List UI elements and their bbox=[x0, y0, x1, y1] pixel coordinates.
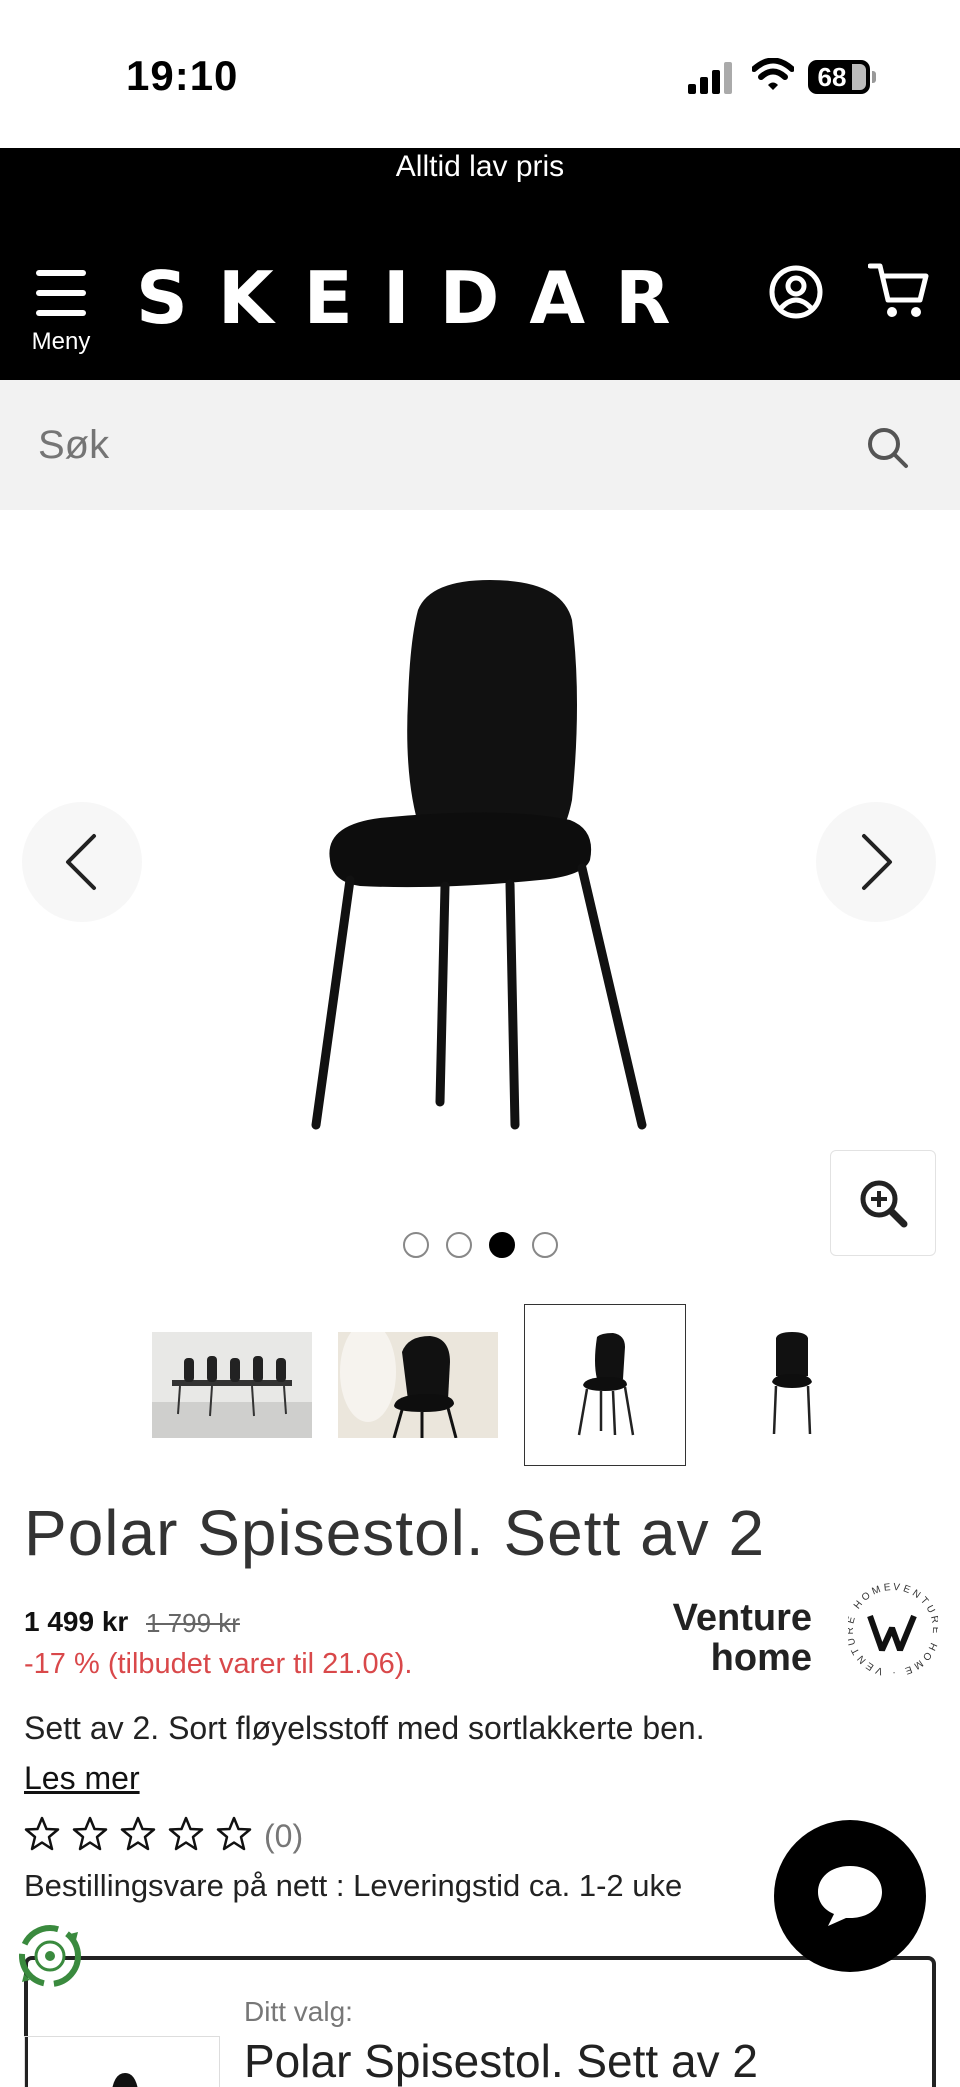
thumbnail-chair-closeup[interactable] bbox=[336, 1304, 498, 1466]
thumbnail-image bbox=[338, 1332, 498, 1438]
account-icon[interactable] bbox=[768, 264, 824, 320]
variant-thumbnail bbox=[112, 2073, 138, 2087]
signal-icon bbox=[688, 62, 732, 94]
status-bar: 19:10 68 bbox=[0, 0, 960, 148]
star-empty-icon bbox=[168, 1816, 204, 1851]
eco-recycle-icon[interactable] bbox=[16, 1922, 84, 1990]
thumbnail-image bbox=[152, 1332, 312, 1438]
promo-banner: Alltid lav pris bbox=[395, 150, 565, 183]
choice-label: Ditt valg: bbox=[244, 1996, 353, 2027]
product-description: Sett av 2. Sort fløyelsstoff med sortlak… bbox=[24, 1710, 705, 1746]
read-more-link[interactable]: Les mer bbox=[24, 1760, 140, 1797]
gallery-dot[interactable] bbox=[446, 1232, 472, 1258]
gallery-dot[interactable] bbox=[532, 1232, 558, 1258]
site-header: Alltid lav pris Meny SKEIDAR bbox=[0, 148, 960, 380]
menu-label: Meny bbox=[31, 328, 91, 355]
gallery-pagination bbox=[400, 1232, 570, 1260]
star-empty-icon bbox=[216, 1816, 252, 1851]
brand-name: Venture home bbox=[672, 1597, 812, 1679]
status-time: 19:10 bbox=[126, 52, 239, 99]
battery-icon: 68 bbox=[808, 60, 876, 94]
star-empty-icon bbox=[120, 1816, 156, 1851]
chat-button[interactable] bbox=[774, 1820, 926, 1972]
zoom-in-icon bbox=[860, 1180, 908, 1228]
thumbnail-image bbox=[577, 1333, 635, 1436]
product-gallery bbox=[0, 510, 960, 1310]
delivery-info: Bestillingsvare på nett : Leveringstid c… bbox=[24, 1868, 683, 1903]
product-image[interactable] bbox=[300, 580, 660, 1150]
product-title: Polar Spisestol. Sett av 2 bbox=[24, 1497, 766, 1569]
zoom-button[interactable] bbox=[830, 1150, 936, 1256]
choice-title: Polar Spisestol. Sett av 2 bbox=[244, 2035, 758, 2087]
prev-image-button[interactable] bbox=[22, 802, 142, 922]
current-price: 1 499 kr bbox=[24, 1606, 129, 1637]
chevron-right-icon bbox=[862, 834, 892, 890]
hamburger-icon bbox=[36, 270, 86, 316]
skeidar-logo[interactable]: SKEIDAR bbox=[136, 256, 701, 340]
wifi-icon bbox=[752, 58, 794, 90]
original-price: 1 799 kr bbox=[146, 1608, 240, 1638]
menu-button[interactable]: Meny bbox=[28, 270, 94, 360]
thumbnail-strip bbox=[0, 1304, 960, 1468]
star-empty-icon bbox=[24, 1816, 60, 1851]
gallery-dot-active[interactable] bbox=[489, 1232, 515, 1258]
brand-seal-icon: VENTURE HOME · VENTURE HOME · bbox=[848, 1572, 938, 1678]
chat-bubble-icon bbox=[818, 1866, 882, 1926]
thumbnail-chair-angle[interactable] bbox=[524, 1304, 686, 1466]
gallery-dot[interactable] bbox=[403, 1232, 429, 1258]
search-icon[interactable] bbox=[864, 424, 912, 472]
variant-image bbox=[24, 2036, 220, 2087]
search-bar bbox=[0, 380, 960, 510]
svg-text:VENTURE HOME · VENTURE HOME ·: VENTURE HOME · VENTURE HOME · bbox=[848, 1572, 938, 1678]
star-empty-icon bbox=[72, 1816, 108, 1851]
brand-logo[interactable]: Venture home VENTURE HOME · VENTURE HOME… bbox=[656, 1572, 938, 1692]
discount-text: -17 % (tilbudet varer til 21.06). bbox=[24, 1648, 413, 1680]
thumbnail-dining-set[interactable] bbox=[150, 1304, 312, 1466]
battery-level: 68 bbox=[817, 62, 847, 92]
review-count[interactable]: (0) bbox=[264, 1818, 303, 1855]
cart-icon[interactable] bbox=[868, 262, 930, 320]
search-input[interactable] bbox=[38, 410, 838, 480]
thumbnail-image bbox=[772, 1332, 812, 1435]
next-image-button[interactable] bbox=[816, 802, 936, 922]
thumbnail-chair-front[interactable] bbox=[710, 1304, 872, 1466]
chevron-left-icon bbox=[66, 834, 96, 890]
